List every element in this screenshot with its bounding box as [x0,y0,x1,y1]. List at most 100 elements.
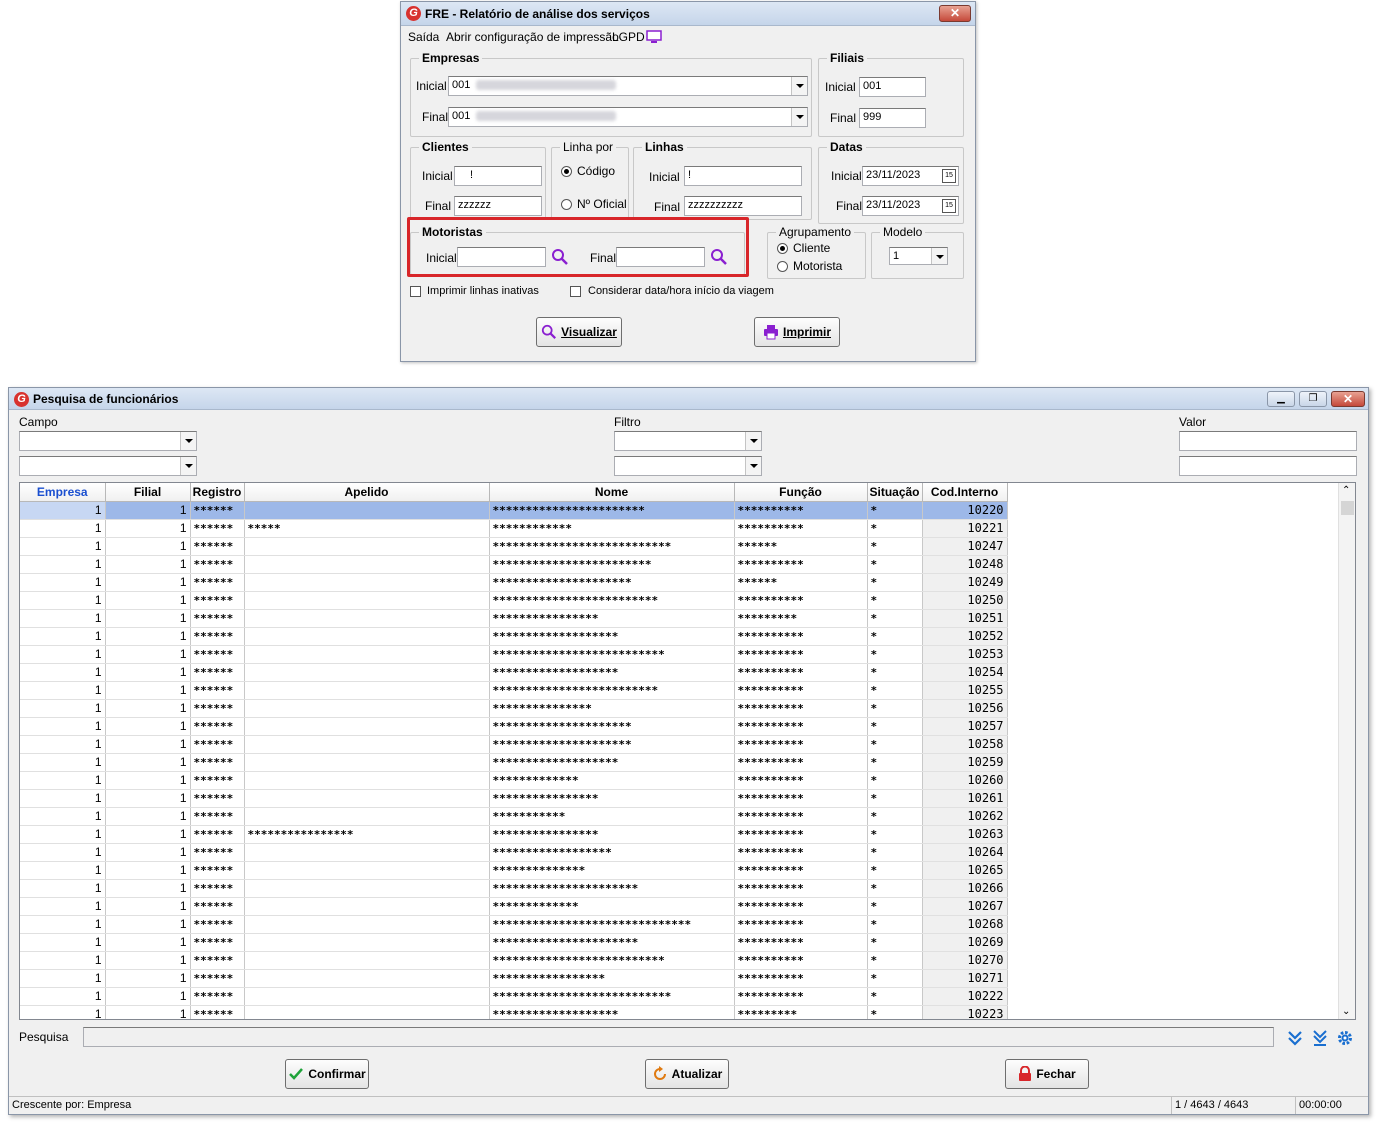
radio-motorista[interactable] [777,261,788,272]
data-final-value: 23/11/2023 [866,199,921,211]
modelo-combo[interactable]: 1 [889,247,948,265]
table-row[interactable]: 1 1 ****** ******************* ********** * 10… [20,663,1008,682]
expand-all-icon[interactable] [1286,1029,1304,1050]
chevron-down-icon[interactable] [931,248,947,264]
scroll-thumb[interactable] [1341,501,1354,515]
table-row[interactable]: 1 1 ****** **************** ********** * 10261 [20,789,1008,808]
empresa-inicial-combo[interactable]: 001 [448,76,808,96]
table-row[interactable]: 1 1 ****** ********************* ****** * 1024… [20,573,1008,592]
cell-nome: *************** [489,699,735,718]
filtro-combo-1[interactable] [614,431,762,451]
table-row[interactable]: 11***********************************102… [20,1005,1008,1019]
table-row[interactable]: 11**************************************… [20,825,1008,844]
table-row[interactable]: 1 1 ****** *********** ********** * 10262 [20,807,1008,826]
table-row[interactable]: 11**************************************… [20,987,1008,1006]
chevron-down-icon[interactable] [180,457,196,475]
table-row[interactable]: 1 1 ****** ************* ********** * 10267 [20,897,1008,916]
cell-funcao: ********** [734,771,868,790]
table-row[interactable]: 11**************************************… [20,879,1008,898]
grid-vertical-scrollbar[interactable]: ⌃ ⌄ [1338,483,1355,1019]
atualizar-button[interactable]: Atualizar [645,1059,729,1089]
filial-final-input[interactable]: 999 [859,108,926,128]
table-row[interactable]: 11**************************************… [20,555,1008,574]
table-row[interactable]: 11**************************************… [20,933,1008,952]
table-row[interactable]: 11**************************************… [20,951,1008,970]
visualizar-button[interactable]: Visualizar [536,317,622,347]
cliente-final-input[interactable]: zzzzzz [454,196,542,216]
visualizar-label: Visualizar [561,325,617,339]
scroll-down-icon[interactable]: ⌄ [1342,1006,1350,1017]
col-header-situacao[interactable]: Situação [867,483,923,502]
chevron-down-icon[interactable] [180,432,196,450]
radio-codigo[interactable] [561,166,572,177]
calendar-icon[interactable]: 15 [942,169,956,183]
menu-abrir-config-impressao[interactable]: Abrir configuração de impressão [446,30,619,44]
table-row[interactable]: 1 1 ****** *************** ********** * 10256 [20,699,1008,718]
col-header-nome[interactable]: Nome [489,483,735,502]
considerar-data-checkbox[interactable] [570,286,581,297]
scroll-to-end-icon[interactable] [1311,1029,1329,1050]
chevron-down-icon[interactable] [745,457,761,475]
campo-combo-2[interactable] [19,456,197,476]
table-row[interactable]: 11**************************************… [20,645,1008,664]
empresa-final-combo[interactable]: 001 [448,107,808,127]
fechar-button[interactable]: Fechar [1005,1059,1089,1089]
data-final-input[interactable]: 23/11/2023 15 [862,196,959,216]
col-header-apelido[interactable]: Apelido [244,483,490,502]
clientes-title: Clientes [419,140,472,154]
cliente-inicial-input[interactable]: ! [454,166,542,186]
menu-lgpd[interactable]: LGPD [612,30,645,44]
chevron-down-icon[interactable] [791,77,807,95]
imprimir-inativas-checkbox[interactable] [410,286,421,297]
table-row[interactable]: 11**************************************… [20,501,1008,520]
table-row[interactable]: 11**************************************… [20,915,1008,934]
search-close-button[interactable]: ✕ [1331,391,1365,407]
chevron-down-icon[interactable] [745,432,761,450]
table-row[interactable]: 11***********************************102… [20,843,1008,862]
table-row[interactable]: 1 1 ****** **************** ********* * 10251 [20,609,1008,628]
imprimir-button[interactable]: Imprimir [754,317,840,347]
col-header-registro[interactable]: Registro [190,483,245,502]
calendar-icon[interactable]: 15 [942,199,956,213]
scroll-up-icon[interactable]: ⌃ [1342,485,1350,496]
dialog-close-button[interactable]: ✕ [939,5,971,22]
table-row[interactable]: 11**************************************… [20,591,1008,610]
table-row[interactable]: 11**************************************… [20,735,1008,754]
table-row[interactable]: 11**************************************… [20,537,1008,556]
table-row[interactable]: 1 1 ****** ***** ************ ********** * 1022… [20,519,1008,538]
campo-combo-1[interactable] [19,431,197,451]
cell-filial: 1 [105,933,191,952]
linha-inicial-input[interactable]: ! [684,166,802,186]
table-row[interactable]: 11**************************************… [20,681,1008,700]
cell-registro: ****** [190,555,245,574]
menu-saida[interactable]: Saída [408,30,439,44]
table-row[interactable]: 1 1 ****** ******************* ********** * 10… [20,627,1008,646]
employees-grid[interactable]: Empresa Filial Registro Apelido Nome Fun… [19,482,1356,1020]
linha-final-input[interactable]: zzzzzzzzzz [684,196,802,216]
col-header-cod-interno[interactable]: Cod.Interno [922,483,1008,502]
radio-cliente[interactable] [777,243,788,254]
data-inicial-input[interactable]: 23/11/2023 15 [862,166,959,186]
table-row[interactable]: 1 1 ****** ************* ********** * 10260 [20,771,1008,790]
col-header-funcao[interactable]: Função [734,483,868,502]
table-row[interactable]: 1 1 ****** ************** ********** * 10265 [20,861,1008,880]
pesquisa-input[interactable] [83,1027,1274,1047]
gear-icon[interactable] [1336,1029,1354,1050]
col-header-filial[interactable]: Filial [105,483,191,502]
monitor-icon[interactable] [646,30,662,47]
confirmar-button[interactable]: Confirmar [285,1059,369,1089]
valor-input-1[interactable] [1179,431,1357,451]
cell-filial: 1 [105,825,191,844]
chevron-down-icon[interactable] [791,108,807,126]
valor-input-2[interactable] [1179,456,1357,476]
cell-funcao: ********** [734,933,868,952]
col-header-empresa[interactable]: Empresa [20,483,106,502]
table-row[interactable]: 11**************************************… [20,717,1008,736]
table-row[interactable]: 1 1 ****** ***************** ********** * 1027… [20,969,1008,988]
filial-inicial-input[interactable]: 001 [859,77,926,97]
table-row[interactable]: 1 1 ****** ******************* ********** * 10… [20,753,1008,772]
restore-icon[interactable]: ❐ [1299,391,1327,407]
filtro-combo-2[interactable] [614,456,762,476]
radio-n-oficial[interactable] [561,199,572,210]
minimize-icon[interactable]: ▁ [1267,391,1295,407]
